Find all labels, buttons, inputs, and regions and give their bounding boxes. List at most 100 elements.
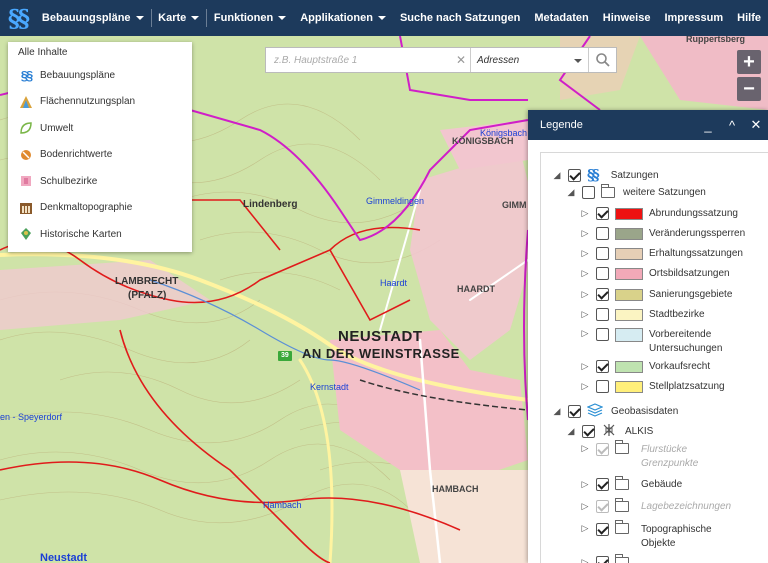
map-label-haardt: HAARDT bbox=[457, 284, 495, 294]
collapse-triangle-icon[interactable]: ◢ bbox=[552, 170, 562, 181]
layer-checkbox[interactable] bbox=[582, 425, 595, 438]
expand-triangle-icon[interactable]: ▷ bbox=[580, 309, 590, 320]
close-icon[interactable]: ✕ bbox=[744, 117, 768, 133]
legend-swatch bbox=[615, 328, 643, 342]
historic-map-icon bbox=[18, 226, 34, 242]
collapse-triangle-icon[interactable]: ◢ bbox=[566, 426, 576, 437]
layer-checkbox[interactable] bbox=[596, 247, 609, 260]
expand-triangle-icon[interactable]: ▷ bbox=[580, 361, 590, 372]
expand-triangle-icon[interactable]: ▷ bbox=[580, 208, 590, 219]
content-item-bodenrichtwerte[interactable]: Bodenrichtwerte bbox=[8, 142, 192, 169]
expand-triangle-icon[interactable]: ▷ bbox=[580, 443, 590, 454]
expand-triangle-icon[interactable]: ▷ bbox=[580, 228, 590, 239]
layer-checkbox[interactable] bbox=[596, 267, 609, 280]
layer-checkbox[interactable] bbox=[596, 556, 609, 563]
legend-label: Veränderungssperren bbox=[649, 228, 746, 239]
content-item-denkmaltopographie[interactable]: Denkmaltopographie bbox=[8, 195, 192, 222]
collapse-icon[interactable]: ^ bbox=[720, 118, 744, 133]
legend-label-line2: Grenzpunkte bbox=[641, 458, 699, 469]
folder-icon bbox=[615, 554, 629, 563]
expand-triangle-icon[interactable]: ▷ bbox=[580, 501, 590, 512]
layer-checkbox[interactable] bbox=[596, 360, 609, 373]
content-item-bebauungsplaene[interactable]: §§ Bebauungspläne bbox=[8, 62, 192, 89]
collapse-triangle-icon[interactable]: ◢ bbox=[566, 187, 576, 198]
legend-row-lagebezeichnungen: ▷ Lagebezeichnungen bbox=[580, 498, 732, 513]
legend-swatch bbox=[615, 288, 643, 301]
nav-bebauungsplaene[interactable]: Bebauungspläne bbox=[35, 0, 151, 36]
legend-row-satzungen: ◢ §§ Satzungen bbox=[552, 166, 659, 184]
expand-triangle-icon[interactable]: ▷ bbox=[580, 523, 590, 534]
nav-suche-satzungen[interactable]: Suche nach Satzungen bbox=[393, 0, 527, 36]
legend-swatch bbox=[615, 380, 643, 393]
nav-hilfe[interactable]: Hilfe bbox=[730, 0, 768, 36]
layer-checkbox[interactable] bbox=[596, 227, 609, 240]
layer-checkbox[interactable] bbox=[596, 500, 609, 513]
content-item-flaechennutzungsplan[interactable]: Flächennutzungsplan bbox=[8, 89, 192, 116]
layer-checkbox[interactable] bbox=[596, 380, 609, 393]
content-item-label: Umwelt bbox=[40, 122, 74, 134]
chevron-down-icon bbox=[191, 16, 200, 20]
search-input[interactable]: z.B. Hauptstraße 1 bbox=[266, 48, 456, 72]
expand-triangle-icon[interactable]: ▷ bbox=[580, 479, 590, 490]
nav-hinweise[interactable]: Hinweise bbox=[596, 0, 658, 36]
layer-checkbox[interactable] bbox=[568, 168, 581, 182]
layer-checkbox[interactable] bbox=[596, 328, 609, 341]
landuse-icon bbox=[18, 94, 34, 110]
content-menu-header[interactable]: Alle Inhalte bbox=[8, 42, 192, 62]
search-button[interactable] bbox=[588, 48, 616, 72]
layer-checkbox[interactable] bbox=[596, 443, 609, 456]
collapse-triangle-icon[interactable]: ◢ bbox=[552, 406, 562, 417]
legend-swatch bbox=[615, 227, 643, 240]
legend-label: Lagebezeichnungen bbox=[641, 501, 732, 512]
monument-icon bbox=[18, 200, 34, 216]
layer-checkbox[interactable] bbox=[596, 308, 609, 321]
layer-checkbox[interactable] bbox=[582, 186, 595, 199]
content-item-historische-karten[interactable]: Historische Karten bbox=[8, 221, 192, 248]
expand-triangle-icon[interactable]: ▷ bbox=[580, 557, 590, 563]
search-type-select[interactable]: Adressen bbox=[470, 48, 588, 72]
minimize-icon[interactable]: _ bbox=[696, 118, 720, 133]
nav-label: Funktionen bbox=[213, 12, 274, 24]
content-item-label: Historische Karten bbox=[40, 228, 122, 240]
nav-applikationen[interactable]: Applikationen bbox=[293, 0, 393, 36]
zoom-in-button[interactable]: + bbox=[737, 50, 761, 74]
legend-label-line2: Objekte bbox=[641, 538, 676, 549]
expand-triangle-icon[interactable]: ▷ bbox=[580, 248, 590, 259]
nav-karte[interactable]: Karte bbox=[151, 0, 206, 36]
content-item-umwelt[interactable]: Umwelt bbox=[8, 115, 192, 142]
legend-swatch bbox=[615, 267, 643, 280]
legend-label-line2: Untersuchungen bbox=[649, 343, 723, 354]
map-label-speyerdorf: en - Speyerdorf bbox=[0, 412, 63, 422]
nav-metadaten[interactable]: Metadaten bbox=[527, 0, 595, 36]
address-search: z.B. Hauptstraße 1 ✕ Adressen bbox=[265, 47, 617, 73]
expand-triangle-icon[interactable]: ▷ bbox=[580, 328, 590, 339]
zoom-out-button[interactable]: − bbox=[737, 77, 761, 101]
expand-triangle-icon[interactable]: ▷ bbox=[580, 381, 590, 392]
legend-label-multiline: Flurstücke Grenzpunkte bbox=[641, 443, 698, 471]
paragraph-icon: §§ bbox=[20, 67, 33, 83]
clear-icon[interactable]: ✕ bbox=[456, 53, 470, 67]
logo-paragraph-icon[interactable]: §§ bbox=[0, 0, 35, 36]
layer-checkbox[interactable] bbox=[596, 207, 609, 220]
content-item-schulbezirke[interactable]: Schulbezirke bbox=[8, 168, 192, 195]
nav-impressum[interactable]: Impressum bbox=[657, 0, 730, 36]
legend-label: Stellplatzsatzung bbox=[649, 381, 725, 392]
search-icon bbox=[595, 53, 610, 67]
school-icon bbox=[18, 173, 34, 189]
layer-checkbox[interactable] bbox=[596, 523, 609, 536]
legend-label: Flurstücke bbox=[641, 444, 688, 455]
folder-icon bbox=[615, 440, 629, 454]
chevron-down-icon bbox=[135, 16, 144, 20]
map-label-gimmeldingen: Gimmeldingen bbox=[366, 196, 425, 206]
layer-checkbox[interactable] bbox=[596, 288, 609, 301]
map-label-neustadt-bottom: Neustadt bbox=[40, 552, 88, 563]
nav-funktionen[interactable]: Funktionen bbox=[207, 0, 293, 36]
expand-triangle-icon[interactable]: ▷ bbox=[580, 289, 590, 300]
legend-swatch bbox=[615, 207, 643, 220]
legend-row-geobasisdaten: ◢ Geobasisdaten bbox=[552, 403, 678, 420]
layer-checkbox[interactable] bbox=[596, 478, 609, 491]
expand-triangle-icon[interactable]: ▷ bbox=[580, 268, 590, 279]
map-label-lindenberg: Lindenberg bbox=[243, 199, 298, 210]
content-item-label: Flächennutzungsplan bbox=[40, 96, 136, 108]
layer-checkbox[interactable] bbox=[568, 405, 581, 418]
